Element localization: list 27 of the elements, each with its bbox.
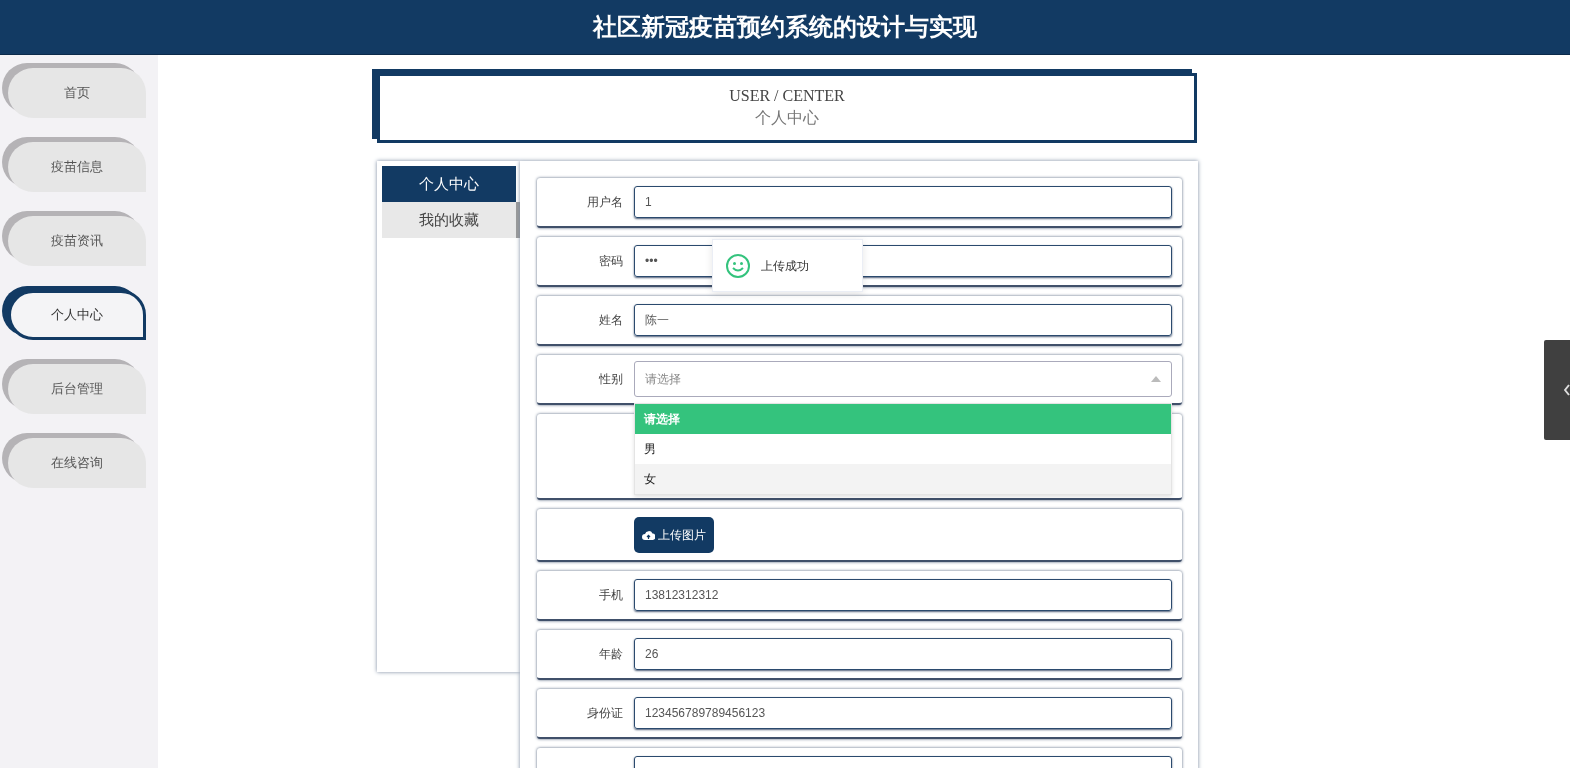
site-title: 社区新冠疫苗预约系统的设计与实现 xyxy=(593,12,977,42)
banner-subtitle: 个人中心 xyxy=(755,108,819,128)
dropdown-option[interactable]: 女 xyxy=(635,464,1171,494)
smiley-icon xyxy=(725,252,751,279)
text-field[interactable]: 13812312312 xyxy=(634,579,1172,611)
side-menu-item[interactable]: 我的收藏 xyxy=(382,202,520,238)
side-drawer-handle[interactable] xyxy=(1544,340,1570,440)
field-label: 手机 xyxy=(598,587,623,604)
field-label: 用户名 xyxy=(586,194,623,211)
dropdown-option[interactable]: 男 xyxy=(635,434,1171,464)
toast-text: 上传成功 xyxy=(761,257,809,275)
field-label: 年龄 xyxy=(598,646,623,663)
caret-up-icon xyxy=(1151,376,1161,382)
text-field[interactable]: 1 xyxy=(634,186,1172,218)
text-field[interactable]: 陈一 xyxy=(634,304,1172,336)
chevron-left-icon xyxy=(1564,384,1570,396)
upload-button[interactable]: 上传图片 xyxy=(634,516,714,553)
field-label: 性别 xyxy=(598,371,623,388)
text-field[interactable]: 123456789789456123 xyxy=(634,697,1172,729)
text-field[interactable]: 26 xyxy=(634,638,1172,670)
side-menu-item[interactable]: 个人中心 xyxy=(382,166,516,202)
field-label: 身份证 xyxy=(586,705,623,722)
field-label: 密码 xyxy=(598,253,623,270)
field-label: 姓名 xyxy=(598,312,623,329)
banner-title: USER / CENTER xyxy=(729,86,845,106)
select-field[interactable]: 请选择 xyxy=(634,361,1172,397)
cloud-upload-icon xyxy=(642,529,655,540)
